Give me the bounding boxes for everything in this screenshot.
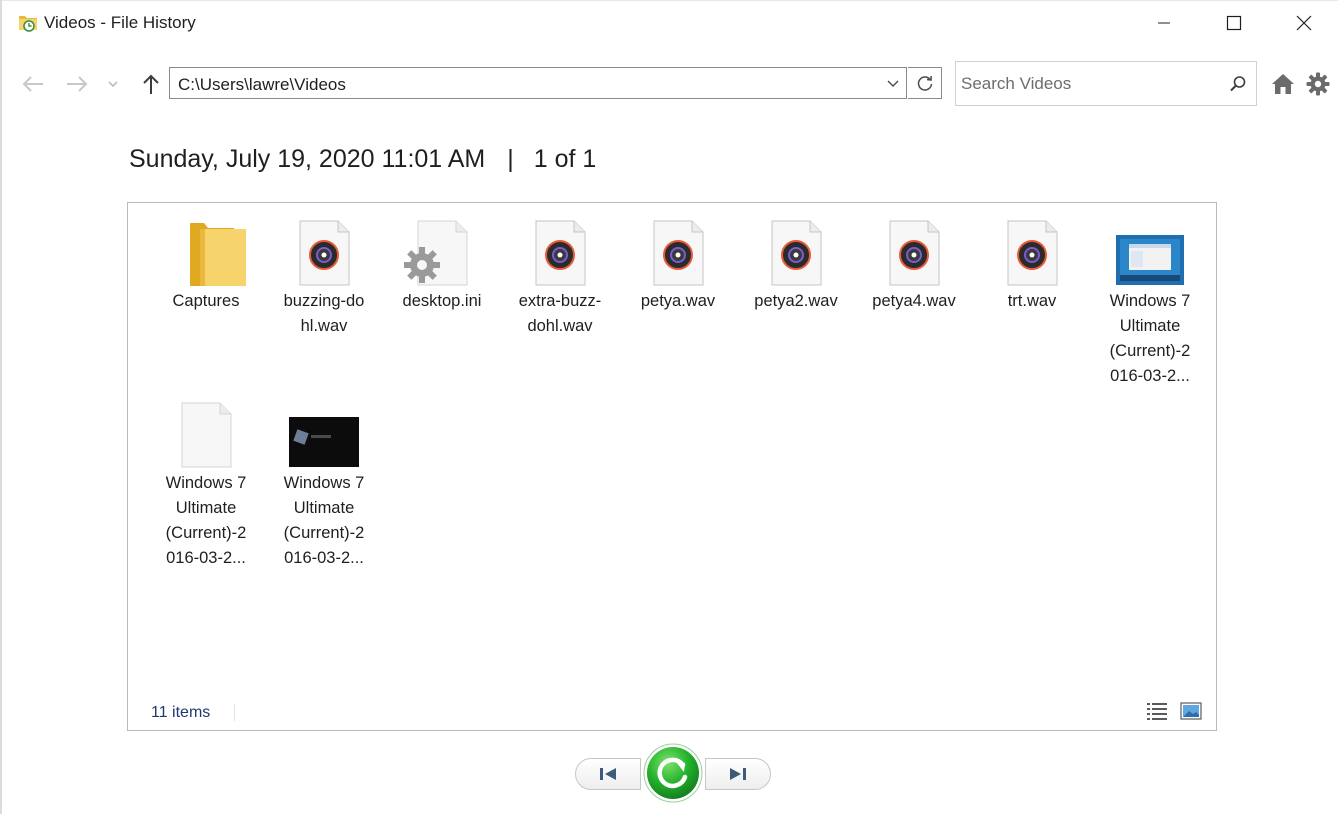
item-label: petya2.wav bbox=[754, 292, 838, 310]
list-item-petya4[interactable]: petya4.wav bbox=[855, 217, 973, 314]
close-button[interactable] bbox=[1272, 0, 1336, 46]
arrow-right-icon bbox=[67, 76, 88, 92]
item-label: Windows 7 Ultimate (Current)-2 016-03-2... bbox=[165, 474, 247, 567]
list-item-captures[interactable]: Captures bbox=[147, 217, 265, 314]
list-item-buzzing-dohl[interactable]: buzzing-do hl.wav bbox=[265, 217, 383, 339]
forward-button[interactable] bbox=[62, 70, 92, 98]
restore-button[interactable] bbox=[643, 743, 703, 803]
address-path: C:\Users\lawre\Videos bbox=[178, 75, 346, 94]
home-button[interactable] bbox=[1270, 71, 1296, 97]
audio-file-icon bbox=[973, 217, 1091, 289]
list-item-petya2[interactable]: petya2.wav bbox=[737, 217, 855, 314]
next-version-icon bbox=[730, 768, 746, 780]
file-history-folder-icon bbox=[18, 12, 40, 32]
settings-button[interactable] bbox=[1305, 71, 1331, 97]
blank-file-icon bbox=[147, 399, 265, 471]
back-button[interactable] bbox=[18, 70, 48, 98]
snapshot-position: 1 of 1 bbox=[533, 145, 597, 173]
item-label: Captures bbox=[172, 292, 240, 310]
chevron-down-icon bbox=[108, 81, 118, 88]
list-item-windows7-video-3[interactable]: Windows 7 Ultimate (Current)-2 016-03-2... bbox=[265, 399, 383, 571]
item-label: petya4.wav bbox=[872, 292, 956, 310]
minimize-button[interactable] bbox=[1132, 0, 1196, 46]
previous-version-button[interactable] bbox=[575, 758, 641, 790]
up-button[interactable] bbox=[138, 70, 164, 98]
list-item-petya[interactable]: petya.wav bbox=[619, 217, 737, 314]
audio-file-icon bbox=[619, 217, 737, 289]
audio-file-icon bbox=[855, 217, 973, 289]
audio-file-icon bbox=[501, 217, 619, 289]
previous-version-icon bbox=[600, 768, 616, 780]
item-label: buzzing-do hl.wav bbox=[283, 292, 365, 335]
title-bar: Videos - File History bbox=[0, 0, 1338, 46]
recent-locations-button[interactable] bbox=[104, 74, 122, 94]
search-input[interactable] bbox=[961, 73, 1211, 95]
list-item-windows7-file-2[interactable]: Windows 7 Ultimate (Current)-2 016-03-2... bbox=[147, 399, 265, 571]
list-item-windows7-video-1[interactable]: Windows 7 Ultimate (Current)-2 016-03-2... bbox=[1091, 217, 1209, 389]
list-item-trt[interactable]: trt.wav bbox=[973, 217, 1091, 314]
snapshot-datetime: Sunday, July 19, 2020 11:01 AM bbox=[129, 145, 486, 173]
item-label: trt.wav bbox=[1007, 292, 1057, 310]
home-icon bbox=[1272, 74, 1294, 94]
item-label: desktop.ini bbox=[402, 292, 482, 310]
window-left-border bbox=[0, 0, 2, 814]
audio-file-icon bbox=[265, 217, 383, 289]
video-thumbnail-icon bbox=[265, 399, 383, 471]
gear-icon bbox=[1306, 72, 1330, 96]
window-title: Videos - File History bbox=[44, 13, 196, 32]
folder-icon bbox=[147, 217, 265, 289]
snapshot-separator: | bbox=[507, 145, 514, 173]
snapshot-heading: Sunday, July 19, 2020 11:01 AM | 1 of 1 bbox=[129, 145, 596, 174]
details-view-icon[interactable] bbox=[1146, 701, 1168, 721]
maximize-button[interactable] bbox=[1202, 0, 1266, 46]
search-box[interactable] bbox=[955, 61, 1257, 106]
refresh-icon bbox=[917, 75, 932, 91]
video-thumbnail-icon bbox=[1091, 217, 1209, 289]
item-count: 11 items bbox=[151, 704, 211, 721]
audio-file-icon bbox=[737, 217, 855, 289]
item-label: petya.wav bbox=[640, 292, 716, 310]
item-label: Windows 7 Ultimate (Current)-2 016-03-2... bbox=[1109, 292, 1191, 385]
large-icons-view-icon[interactable] bbox=[1180, 702, 1202, 720]
settings-file-icon bbox=[383, 217, 501, 289]
address-dropdown-chevron-icon[interactable] bbox=[886, 76, 900, 90]
file-list-pane[interactable]: Captures buzzing-do hl.wav desktop.ini e… bbox=[127, 202, 1217, 731]
refresh-button[interactable] bbox=[908, 67, 942, 99]
status-divider bbox=[234, 704, 235, 721]
arrow-up-icon bbox=[143, 74, 159, 94]
search-icon[interactable] bbox=[1229, 75, 1247, 93]
arrow-left-icon bbox=[22, 76, 43, 92]
restore-icon bbox=[643, 743, 703, 803]
list-item-extra-buzz-dohl[interactable]: extra-buzz-dohl.wav bbox=[501, 217, 619, 339]
list-item-desktop-ini[interactable]: desktop.ini bbox=[383, 217, 501, 314]
next-version-button[interactable] bbox=[705, 758, 771, 790]
item-label: Windows 7 Ultimate (Current)-2 016-03-2... bbox=[283, 474, 365, 567]
item-label: extra-buzz-dohl.wav bbox=[518, 292, 602, 335]
address-bar[interactable]: C:\Users\lawre\Videos bbox=[169, 67, 907, 99]
